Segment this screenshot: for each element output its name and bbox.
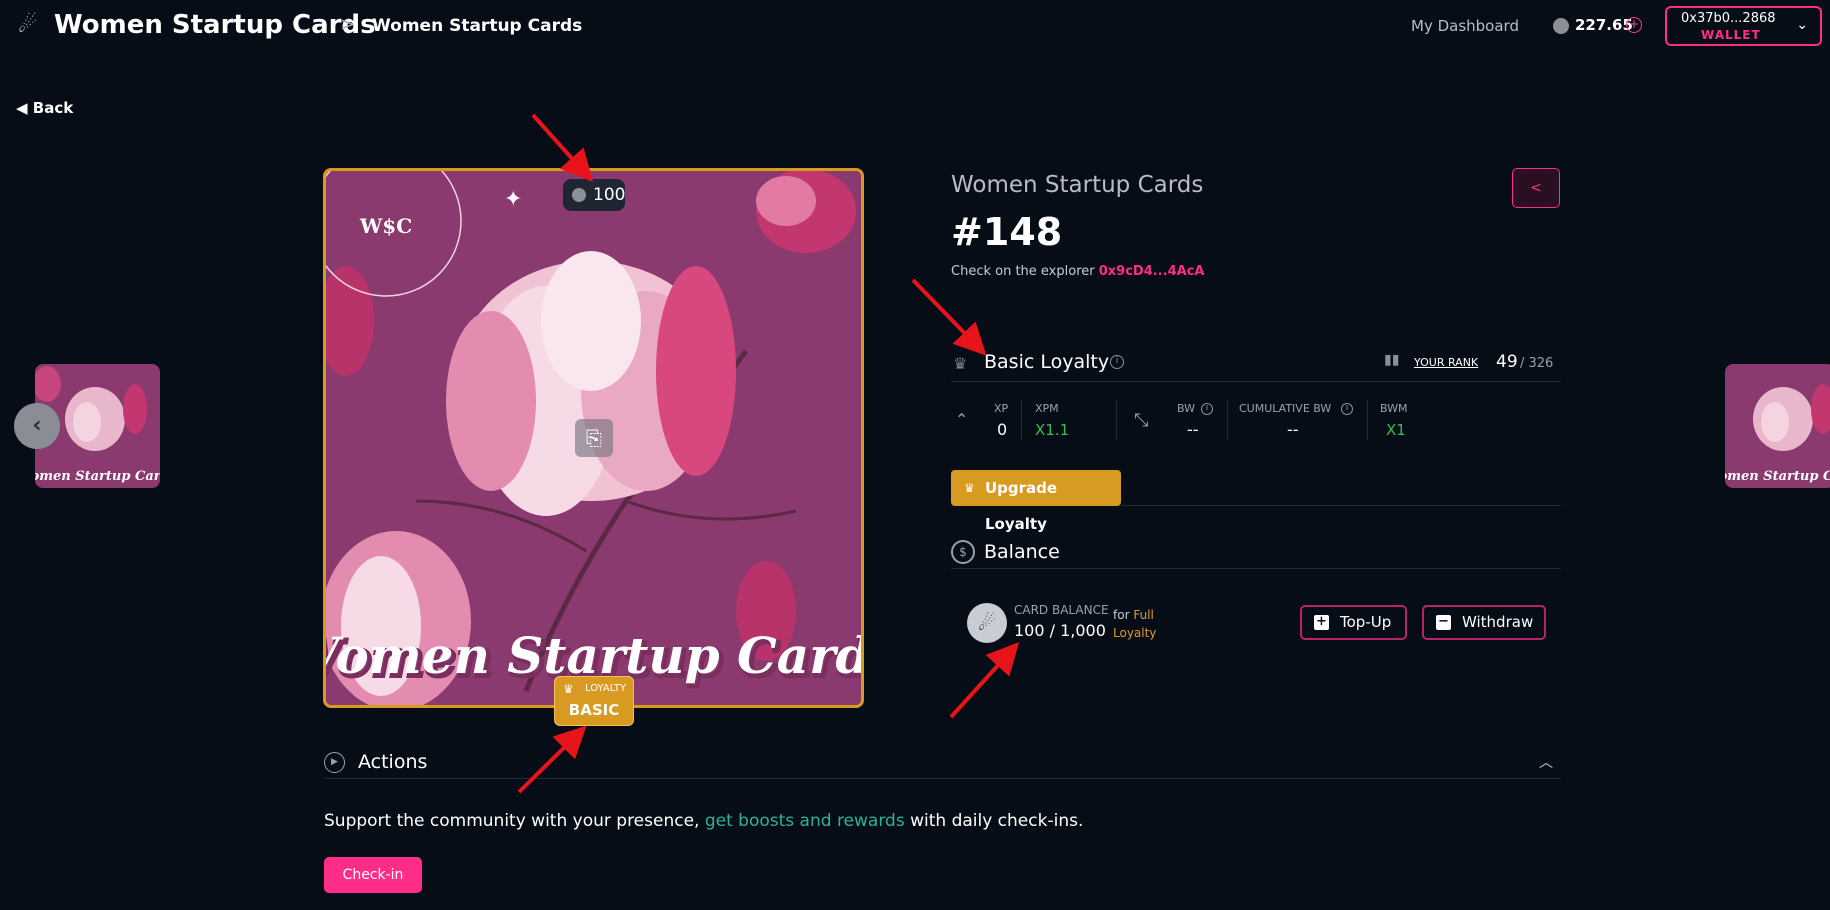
thumbnail-art-right: Women Startup Cards: [1725, 364, 1830, 488]
expand-arrows-icon: ⤡: [1134, 410, 1149, 431]
wallet-address: 0x37b0...2868: [1681, 11, 1776, 26]
token-id: #148: [951, 210, 1063, 254]
balance-title: Balance: [984, 541, 1060, 563]
for-text: for: [1113, 608, 1130, 622]
thumbnail-caption-right: Women Startup Cards: [1725, 469, 1830, 484]
divider: [1116, 400, 1117, 440]
top-up-button[interactable]: + Top-Up: [1300, 605, 1407, 640]
loyalty-badge-level: BASIC: [568, 701, 620, 719]
withdraw-label: Withdraw: [1462, 613, 1534, 631]
my-dashboard-link[interactable]: My Dashboard: [1411, 17, 1519, 35]
back-button[interactable]: ◀ Back: [16, 99, 73, 117]
double-chevron-up-icon: ⌃: [955, 410, 969, 429]
divider: [324, 778, 1561, 779]
bwm-value: X1: [1386, 421, 1406, 439]
loyalty-text: Loyalty: [1113, 626, 1157, 640]
divider: [1121, 505, 1561, 506]
plus-icon: +: [1314, 615, 1329, 630]
support-prefix: Support the community with your presence…: [324, 811, 700, 831]
minus-icon: −: [1436, 615, 1451, 630]
annotation-arrow: [949, 642, 1020, 719]
loyalty-level-badge: ♛ LOYALTY BASIC: [554, 676, 634, 726]
share-icon: <: [1530, 180, 1542, 196]
chevron-right-icon: >: [340, 14, 356, 35]
full-loyalty-note: for Full Loyalty: [1113, 606, 1156, 642]
full-text: Full: [1133, 608, 1154, 622]
crown-icon: ♛: [563, 682, 574, 696]
play-icon: ▶: [324, 752, 345, 773]
xp-label: XP: [994, 402, 1009, 415]
coin-icon: [1553, 18, 1569, 34]
upgrade-loyalty-label: Upgrade Loyalty: [985, 479, 1058, 533]
annotation-arrow: [531, 113, 594, 182]
info-icon[interactable]: i: [1110, 355, 1124, 369]
share-button[interactable]: <: [1512, 168, 1560, 208]
top-header: ☄ Women Startup Cards > Women Startup Ca…: [0, 0, 1830, 52]
rank-value: 49: [1496, 352, 1518, 372]
rank-total: / 326: [1520, 356, 1554, 371]
astronaut-avatar-icon: ☄: [967, 603, 1007, 643]
chevron-down-icon: ⌄: [1796, 17, 1808, 33]
loyalty-title: Basic Loyalty: [984, 351, 1110, 373]
wallet-label: WALLET: [1701, 28, 1761, 42]
collection-name: Women Startup Cards: [951, 172, 1204, 198]
divider: [951, 381, 1561, 382]
loyalty-badge-label: LOYALTY: [585, 683, 627, 694]
wallet-button[interactable]: 0x37b0...2868 WALLET ⌄: [1665, 6, 1822, 46]
cumulative-bw-label: CUMULATIVE BW: [1239, 402, 1332, 415]
copy-icon[interactable]: ⎘: [575, 419, 613, 457]
xpm-value: X1.1: [1035, 421, 1070, 439]
card-price-badge: 100: [563, 179, 625, 211]
boosts-rewards-link[interactable]: get boosts and rewards: [705, 811, 905, 831]
info-icon[interactable]: i: [1201, 403, 1213, 415]
card-price: 100: [593, 185, 626, 205]
your-rank-link[interactable]: YOUR RANK: [1414, 356, 1478, 369]
divider: [1227, 400, 1228, 440]
bw-label: BW: [1177, 402, 1196, 415]
check-in-button[interactable]: Check-in: [324, 857, 422, 893]
xp-value: 0: [997, 420, 1008, 439]
svg-text:✦: ✦: [504, 187, 522, 212]
divider: [1367, 400, 1368, 440]
astronaut-logo-icon[interactable]: ☄: [18, 12, 46, 40]
annotation-arrow: [517, 725, 587, 794]
cumulative-bw-value: --: [1287, 420, 1299, 439]
annotation-arrow: [911, 278, 987, 356]
back-label: Back: [32, 99, 74, 117]
coin-icon: [572, 188, 586, 202]
withdraw-button[interactable]: − Withdraw: [1422, 605, 1546, 640]
xpm-label: XPM: [1035, 402, 1059, 415]
add-funds-icon[interactable]: +: [1626, 17, 1642, 33]
chevron-up-icon[interactable]: ︿: [1539, 752, 1553, 772]
brand-mark: W$C: [359, 214, 412, 238]
next-card-thumbnail[interactable]: Women Startup Cards: [1725, 364, 1830, 488]
app-title[interactable]: Women Startup Cards: [54, 10, 376, 40]
divider: [951, 568, 1561, 569]
thumbnail-caption: Women Startup Cards: [35, 469, 160, 484]
explorer-label: Check on the explorer: [951, 264, 1095, 279]
breadcrumb-current: Women Startup Cards: [372, 16, 583, 36]
bar-chart-icon: ▮▮: [1384, 352, 1400, 368]
coin-balance: 227.65: [1575, 16, 1633, 34]
support-text: Support the community with your presence…: [324, 811, 1083, 831]
card-balance-label: CARD BALANCE: [1014, 603, 1109, 617]
divider: [1021, 400, 1022, 440]
top-up-label: Top-Up: [1340, 613, 1392, 631]
crown-icon: ♛: [953, 354, 968, 373]
support-suffix: with daily check-ins.: [910, 811, 1084, 831]
actions-title[interactable]: Actions: [358, 751, 427, 773]
explorer-address-link[interactable]: 0x9cD4...4AcA: [1099, 264, 1205, 279]
crown-icon: ♛: [964, 481, 975, 495]
info-icon[interactable]: i: [1341, 403, 1353, 415]
annotation-arrows: [517, 113, 1020, 794]
card-balance-value: 100 / 1,000: [1014, 621, 1106, 640]
previous-card-button[interactable]: ‹: [14, 403, 60, 449]
bw-value: --: [1187, 420, 1199, 439]
explorer-line: Check on the explorer 0x9cD4...4AcA: [951, 264, 1204, 279]
upgrade-loyalty-button[interactable]: ♛ Upgrade Loyalty: [951, 470, 1121, 533]
balance-refresh-icon: $: [951, 540, 975, 564]
bwm-label: BWM: [1380, 402, 1408, 415]
